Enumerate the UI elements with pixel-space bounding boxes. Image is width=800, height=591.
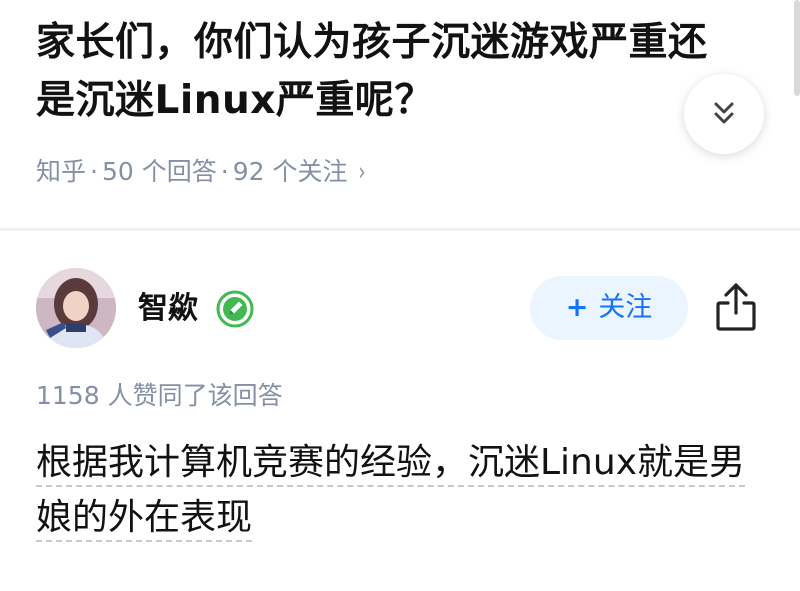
answer-content[interactable]: 根据我计算机竞赛的经验，沉迷Linux就是男娘的外在表现 (36, 435, 756, 545)
follow-label: 关注 (598, 292, 653, 323)
meta-separator: · (90, 157, 98, 186)
author-name[interactable]: 智歘 (138, 288, 198, 330)
plus-icon: + (565, 292, 589, 323)
pencil-badge-icon (216, 290, 254, 328)
meta-separator: · (220, 157, 229, 186)
expand-button[interactable] (684, 74, 764, 154)
double-chevron-down-icon (714, 102, 734, 124)
answer-text: 根据我计算机竞赛的经验，沉迷Linux就是男娘的外在表现 (36, 442, 745, 542)
chevron-right-icon: › (358, 157, 366, 186)
like-count: 1158 人赞同了该回答 (36, 381, 283, 410)
source-label: 知乎 (36, 157, 87, 186)
follow-button[interactable]: + 关注 (530, 276, 688, 340)
answer-count: 50 个回答 (101, 157, 217, 186)
section-divider (0, 228, 800, 231)
question-title[interactable]: 家长们，你们认为孩子沉迷游戏严重还是沉迷Linux严重呢？ (36, 14, 716, 130)
scrollbar[interactable] (794, 0, 800, 96)
question-meta[interactable]: 知乎 · 50 个回答 · 92 个关注 › (36, 152, 367, 192)
follower-count: 92 个关注 (232, 157, 348, 186)
avatar[interactable] (36, 268, 116, 348)
share-icon[interactable] (714, 282, 758, 332)
